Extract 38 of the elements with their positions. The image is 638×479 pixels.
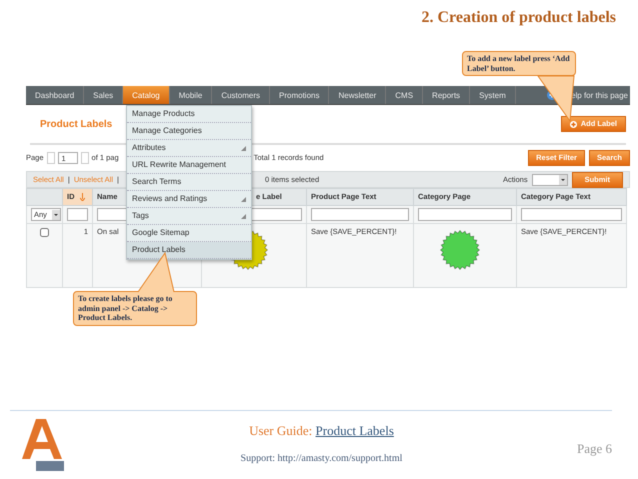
support-text: Support: http://amasty.com/support.html — [240, 452, 404, 466]
menu-item[interactable]: Manage Products — [127, 106, 251, 123]
menu-item[interactable]: Search Terms — [127, 174, 251, 191]
nav-tab[interactable]: Mobile — [170, 86, 212, 104]
next-page-button[interactable] — [80, 152, 89, 164]
nav-tab[interactable]: Customers — [212, 86, 270, 104]
filter-field[interactable] — [67, 208, 88, 221]
menu-item[interactable]: Attributes — [127, 140, 251, 157]
submenu-arrow-icon — [241, 196, 246, 202]
menu-item[interactable]: URL Rewrite Management — [127, 157, 251, 174]
prev-page-button[interactable] — [46, 152, 55, 164]
callout-pointer — [138, 252, 174, 292]
guide-link[interactable]: Product Labels — [316, 423, 394, 438]
slide-title: 2. Creation of product labels — [421, 8, 616, 28]
actions-select[interactable] — [532, 174, 568, 186]
submenu-arrow-icon — [241, 146, 246, 150]
filter-field[interactable] — [311, 208, 409, 221]
callout-text: To add a new label press ‘Add Label’ button. — [462, 51, 576, 76]
filter-field[interactable] — [418, 208, 512, 221]
page-number: Page 6 — [576, 440, 612, 458]
menu-item[interactable]: Manage Categories — [127, 123, 251, 140]
guide-label: User Guide: — [249, 423, 312, 438]
menu-item[interactable]: Reviews and Ratings — [127, 191, 251, 208]
menu-item[interactable]: Product Labels — [127, 242, 251, 259]
nav-tab[interactable]: Dashboard — [26, 86, 84, 104]
row-checkbox[interactable] — [40, 228, 49, 237]
plus-icon — [570, 120, 577, 128]
submenu-arrow-icon — [241, 214, 246, 218]
sort-arrow-icon — [80, 193, 84, 202]
nav-tab[interactable]: System — [470, 86, 516, 104]
nav-tab[interactable]: Newsletter — [329, 86, 386, 104]
page-heading: Product Labels — [40, 118, 112, 132]
logo-icon — [22, 419, 66, 471]
nav-tab[interactable]: Promotions — [270, 86, 330, 104]
filter-field[interactable] — [521, 208, 622, 221]
menu-item[interactable]: Tags — [127, 208, 251, 225]
nav-tab[interactable]: CMS — [386, 86, 424, 104]
nav-tab[interactable]: Reports — [423, 86, 470, 104]
